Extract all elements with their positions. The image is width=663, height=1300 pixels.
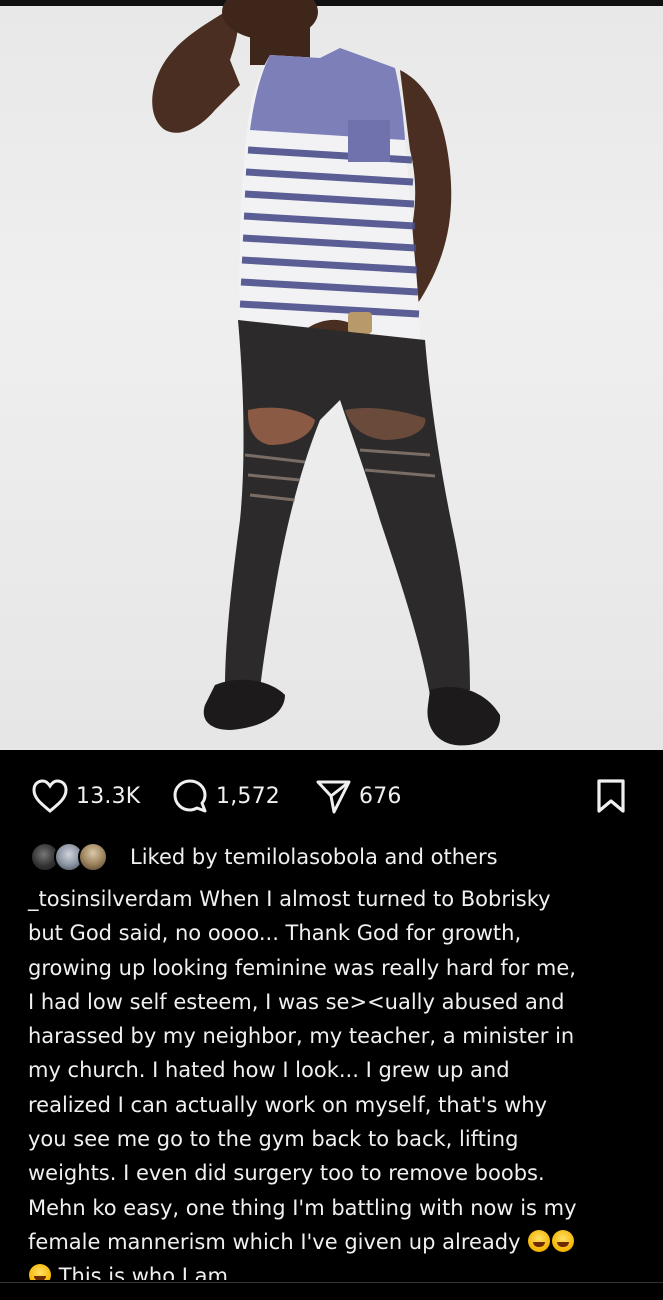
caption-line: but God said, no oooo... Thank God for g… <box>28 921 522 946</box>
liked-by-row[interactable]: Liked by temilolasobola and others <box>30 838 498 876</box>
shares-count: 676 <box>359 783 402 809</box>
divider <box>0 1282 663 1283</box>
caption-line: Mehn ko easy, one thing I'm battling wit… <box>28 1195 577 1220</box>
post-actions-bar: 13.3K 1,572 676 <box>0 760 663 830</box>
laughing-emoji-icon <box>528 1229 551 1252</box>
send-icon[interactable] <box>313 776 353 816</box>
post-image[interactable] <box>0 0 663 750</box>
caption-line: you see me go to the gym back to back, l… <box>28 1127 519 1152</box>
post-photo-illustration <box>152 0 501 746</box>
likes-count: 13.3K <box>76 783 141 809</box>
caption-line: weights. I even did surgery too to remov… <box>28 1161 545 1186</box>
comment-action[interactable]: 1,572 <box>170 776 280 816</box>
caption-line: growing up looking feminine was really h… <box>28 955 576 980</box>
heart-icon[interactable] <box>30 776 70 816</box>
caption-username[interactable]: _tosinsilverdam <box>28 887 193 911</box>
laughing-emoji-icon <box>552 1229 575 1252</box>
liked-by-text[interactable]: Liked by temilolasobola and others <box>130 845 498 869</box>
bottom-edge <box>0 1280 663 1300</box>
bookmark-icon[interactable] <box>591 776 631 816</box>
share-action[interactable]: 676 <box>313 776 402 816</box>
post-caption: _tosinsilverdam When I almost turned to … <box>28 882 640 1294</box>
caption-line: harassed by my neighbor, my teacher, a m… <box>28 1024 575 1049</box>
caption-line: female mannerism which I've given up alr… <box>28 1229 521 1254</box>
caption-line: realized I can actually work on myself, … <box>28 1092 548 1117</box>
comments-count: 1,572 <box>216 783 280 809</box>
avatar <box>78 842 108 872</box>
liked-by-avatars <box>30 840 122 874</box>
caption-line: my church. I hated how I look... I grew … <box>28 1058 510 1083</box>
caption-line: When I almost turned to Bobrisky <box>199 887 551 911</box>
caption-line: I had low self esteem, I was se><ually a… <box>28 989 565 1014</box>
comment-icon[interactable] <box>170 776 210 816</box>
like-action[interactable]: 13.3K <box>30 776 140 816</box>
